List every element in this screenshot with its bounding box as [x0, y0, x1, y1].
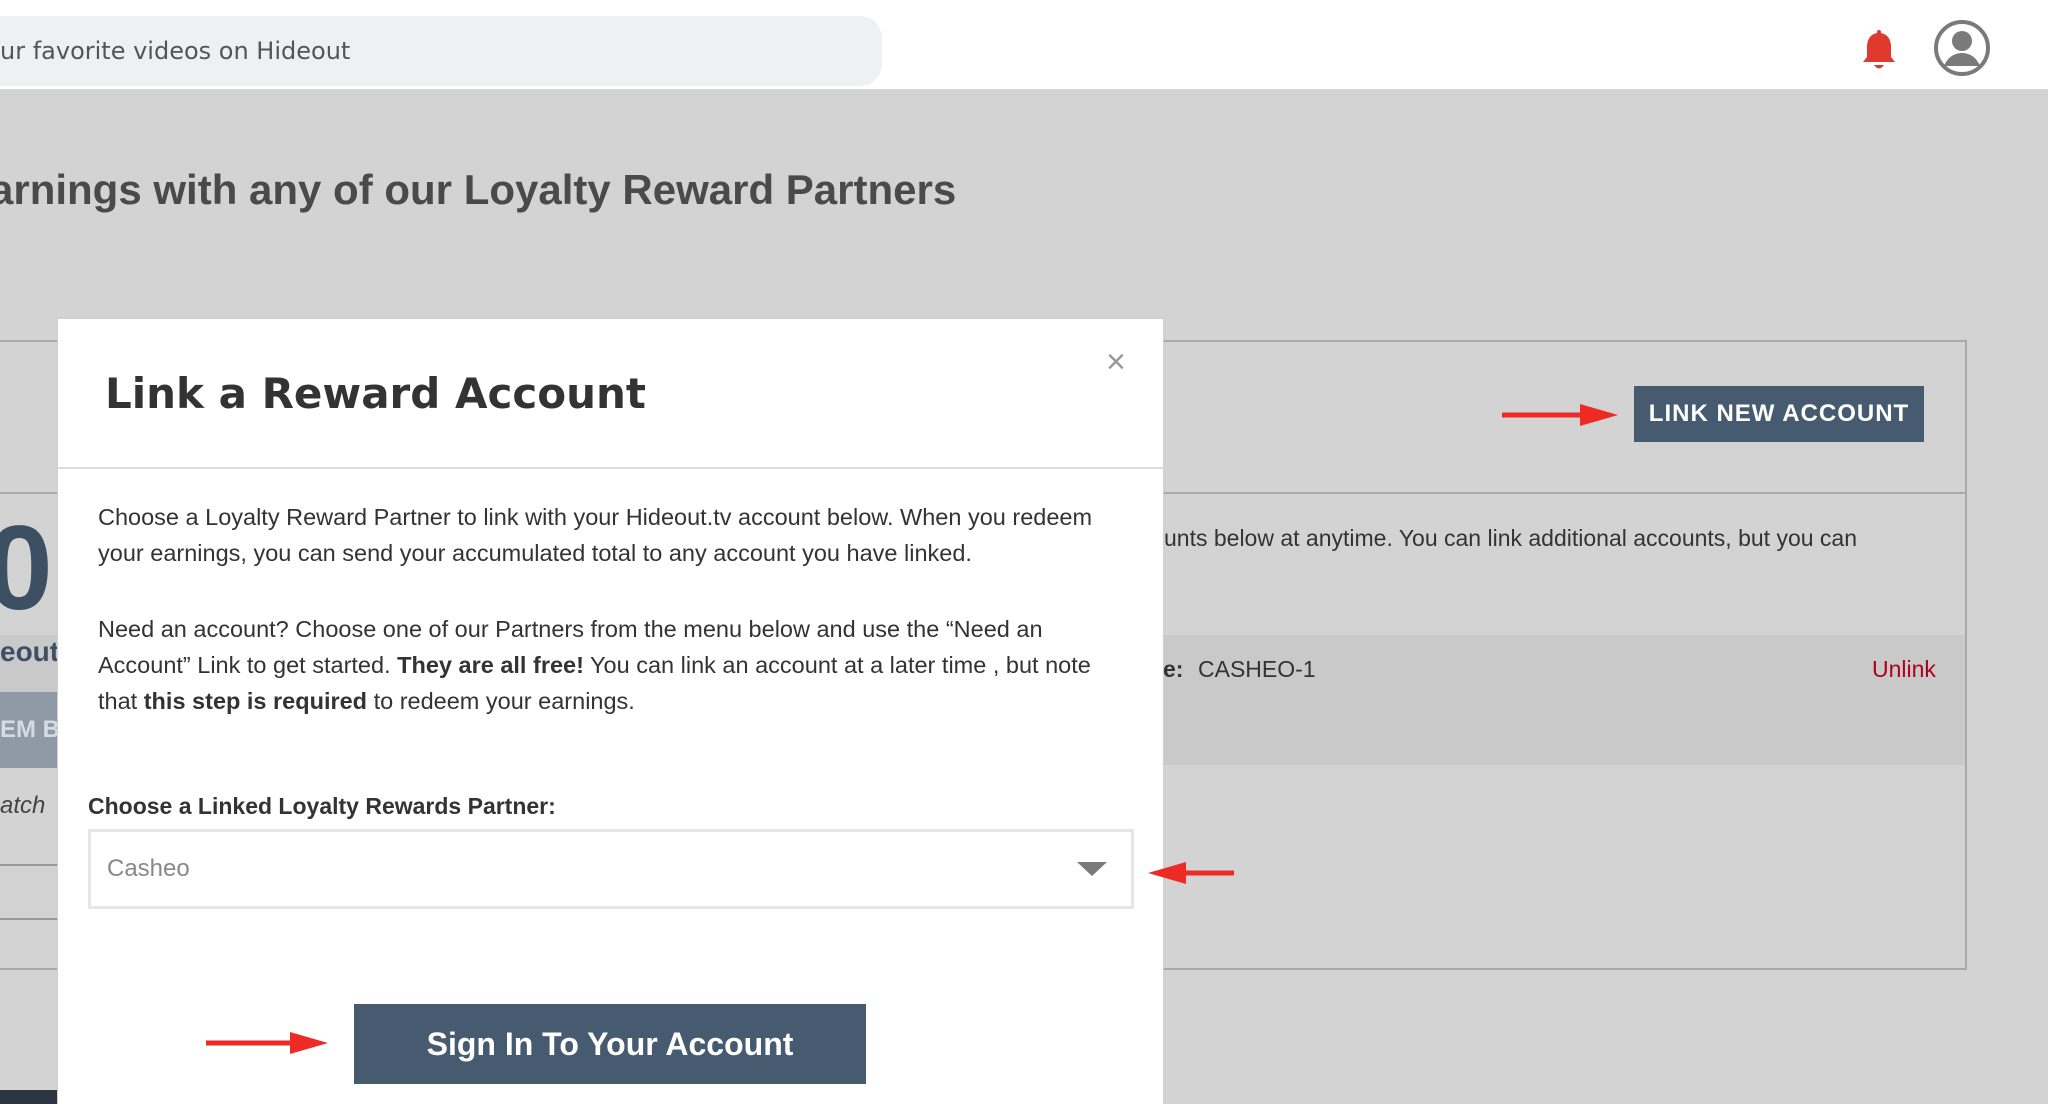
footer-edge — [0, 1090, 58, 1104]
search-input[interactable]: ur favorite videos on Hideout — [0, 16, 882, 86]
bell-icon[interactable] — [1860, 30, 1898, 72]
unlink-link[interactable]: Unlink — [1872, 656, 1936, 683]
arrow-right-icon — [206, 1032, 328, 1054]
modal-help-text: Need an account? Choose one of our Partn… — [98, 611, 1128, 719]
balance-caption: eout — [0, 636, 60, 667]
account-name-value: CASHEO-1 — [1198, 656, 1316, 682]
watch-text: atch — [0, 792, 46, 819]
arrow-right-icon — [1502, 404, 1618, 426]
partner-select-value: Casheo — [107, 855, 190, 882]
link-new-account-button[interactable]: LINK NEW ACCOUNT — [1634, 386, 1924, 442]
linked-accounts-description: unts below at anytime. You can link addi… — [1164, 525, 1858, 551]
partner-select-label: Choose a Linked Loyalty Rewards Partner: — [88, 793, 556, 819]
user-avatar-icon[interactable] — [1933, 19, 1991, 77]
sign-in-button[interactable]: Sign In To Your Account — [354, 1004, 866, 1084]
chevron-down-icon[interactable] — [1077, 862, 1107, 876]
arrow-left-icon — [1148, 862, 1234, 884]
search-placeholder: ur favorite videos on Hideout — [0, 37, 351, 65]
help-text-bold: They are all free! — [397, 652, 584, 678]
close-icon[interactable]: × — [1106, 345, 1126, 379]
help-text-bold: this step is required — [143, 688, 368, 714]
modal-intro-text: Choose a Loyalty Reward Partner to link … — [98, 504, 1093, 566]
top-bar: ur favorite videos on Hideout — [0, 0, 2048, 90]
modal-title: Link a Reward Account — [105, 369, 646, 418]
redeem-button[interactable]: EM B — [0, 692, 60, 768]
divider — [0, 918, 60, 920]
partner-select[interactable]: Casheo — [88, 829, 1134, 909]
divider — [0, 864, 60, 866]
help-text-part: to redeem your earnings. — [367, 688, 635, 714]
link-reward-account-modal: Link a Reward Account × Choose a Loyalty… — [57, 318, 1164, 1104]
page-title: arnings with any of our Loyalty Reward P… — [0, 166, 957, 213]
account-name-label: e: — [1163, 656, 1184, 682]
modal-divider — [58, 467, 1163, 469]
